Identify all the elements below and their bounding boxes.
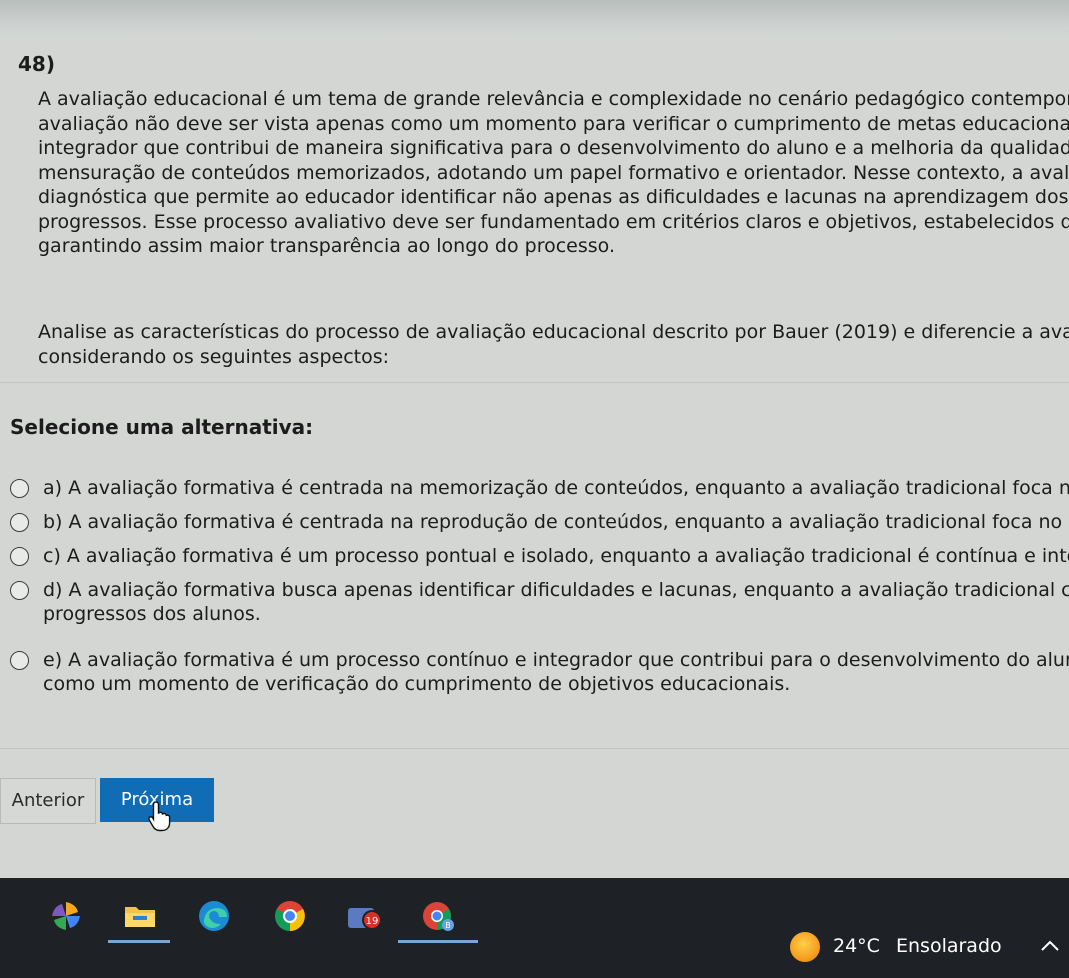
section-divider (0, 382, 1069, 383)
chevron-up-icon[interactable] (1040, 940, 1060, 952)
context-line: progressos. Esse processo avaliativo dev… (38, 210, 1069, 233)
badge-count: 19 (366, 916, 379, 927)
prompt-line: considerando os seguintes aspectos: (38, 345, 390, 368)
radio-a[interactable] (10, 479, 29, 498)
file-explorer-icon[interactable] (122, 898, 158, 934)
weather-condition[interactable]: Ensolarado (896, 935, 1002, 957)
context-line: diagnóstica que permite ao educador iden… (38, 186, 1069, 208)
prompt-line: Analise as características do processo d… (38, 321, 1069, 343)
context-line: mensuração de conteúdos memorizados, ado… (38, 161, 1069, 184)
monitor-top-band (0, 0, 1069, 40)
weather-temperature[interactable]: 24°C (833, 935, 880, 957)
context-line: garantindo assim maior transparência ao … (38, 235, 615, 257)
badge-app-icon[interactable]: 19 (346, 898, 382, 934)
radio-b[interactable] (10, 513, 29, 532)
option-d-text: d) A avaliação formativa busca apenas id… (43, 579, 1069, 601)
option-b-text: b) A avaliação formativa é centrada na r… (43, 511, 1069, 533)
context-line: avaliação não deve ser vista apenas como… (38, 112, 1069, 135)
option-a-text: a) A avaliação formativa é centrada na m… (43, 477, 1069, 499)
select-alternative-label: Selecione uma alternativa: (10, 415, 314, 439)
profile-letter: B (445, 921, 451, 930)
question-context: A avaliação educacional é um tema de gra… (38, 87, 1069, 259)
taskbar: 19 B 24°C Ensolarado (0, 878, 1069, 978)
option-e-text: e) A avaliação formativa é um processo c… (43, 649, 1069, 671)
option-e-text-cont: como um momento de verificação do cumpri… (43, 673, 791, 695)
footer-divider (0, 748, 1069, 749)
profile-browser-icon[interactable]: B (420, 898, 456, 934)
radio-d[interactable] (10, 581, 29, 600)
context-line: A avaliação educacional é um tema de gra… (38, 88, 1069, 110)
question-prompt: Analise as características do processo d… (38, 320, 1069, 369)
weather-sun-icon[interactable] (790, 932, 820, 962)
radio-c[interactable] (10, 547, 29, 566)
chrome-browser-icon[interactable] (272, 898, 308, 934)
pinwheel-app-icon[interactable] (48, 898, 84, 934)
radio-e[interactable] (10, 651, 29, 670)
context-line: integrador que contribui de maneira sign… (38, 137, 1069, 159)
question-number: 48) (18, 52, 55, 76)
option-d-text-cont: progressos dos alunos. (43, 603, 261, 625)
active-app-indicator (398, 940, 478, 943)
previous-button[interactable]: Anterior (0, 778, 96, 824)
edge-browser-icon[interactable] (196, 898, 232, 934)
option-c-text: c) A avaliação formativa é um processo p… (43, 545, 1069, 567)
active-app-indicator (108, 940, 170, 943)
quiz-page: 48) A avaliação educacional é um tema de… (0, 40, 1069, 878)
hand-cursor-icon (148, 801, 171, 832)
